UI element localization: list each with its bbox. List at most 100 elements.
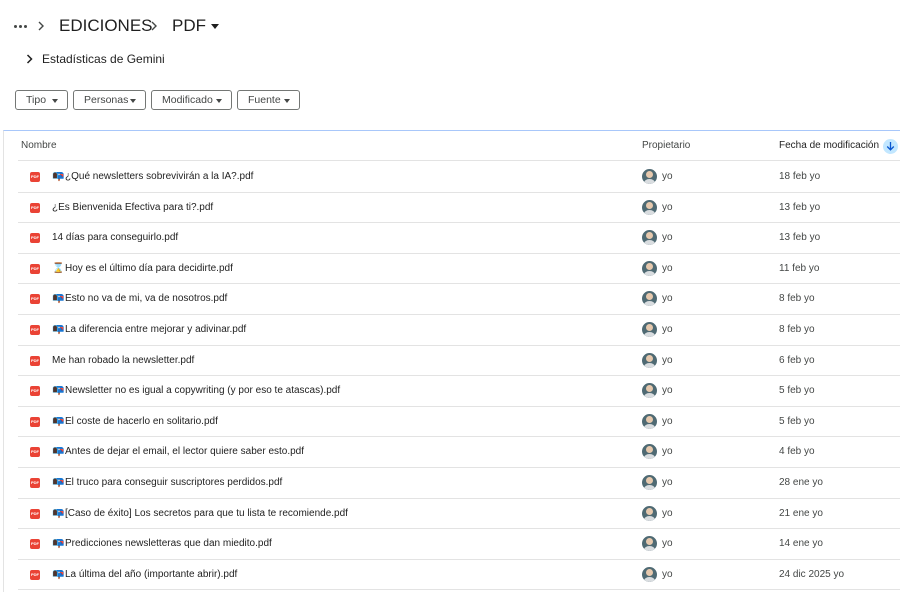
dot-icon <box>13 24 17 28</box>
owner-name: yo <box>662 232 673 244</box>
file-name-label: 14 días para conseguirlo.pdf <box>52 232 179 244</box>
owner-name: yo <box>662 171 673 182</box>
file-list: Nombre Propietario Fecha de modificación… <box>3 130 900 592</box>
table-row[interactable]: PDF 📭El truco para conseguir suscriptores… <box>18 468 900 499</box>
avatar <box>642 505 657 521</box>
owner-name: yo <box>662 354 673 366</box>
avatar <box>642 352 657 368</box>
file-name[interactable]: 📭[Caso de éxito] Los secretos para que t… <box>52 499 348 529</box>
filter-modified-button[interactable]: Modificado <box>151 90 232 110</box>
owner-name: yo <box>662 538 673 550</box>
caret-down-icon <box>52 99 58 103</box>
modified-date: 8 feb yo <box>779 293 815 305</box>
avatar <box>642 413 657 429</box>
table-row[interactable]: PDF 📭Antes de dejar el email, el lector q… <box>18 437 900 468</box>
mailbox-icon: 📭 <box>52 446 65 458</box>
mailbox-icon: 📭 <box>52 568 65 580</box>
caret-down-icon <box>216 99 222 103</box>
pdf-icon-text: PDF <box>31 510 39 516</box>
avatar <box>642 566 657 582</box>
column-header-modified[interactable]: Fecha de modificación <box>779 131 899 161</box>
hourglass-icon: ⌛ <box>52 262 65 274</box>
pdf-icon-text: PDF <box>31 296 39 302</box>
pdf-icon: PDF <box>30 508 40 519</box>
file-name-label: Predicciones newsletteras que dan miedit… <box>65 538 272 550</box>
file-name[interactable]: 📭Newsletter no es igual a copywriting (y… <box>52 376 340 406</box>
filter-type-button[interactable]: Tipo <box>15 90 68 110</box>
pdf-icon: PDF <box>30 294 40 305</box>
table-row[interactable]: PDF 📭Newsletter no es igual a copywriting… <box>18 376 900 407</box>
file-name[interactable]: 14 días para conseguirlo.pdf <box>52 223 178 253</box>
filter-source-button[interactable]: Fuente <box>237 90 300 110</box>
file-rows: PDF 📭¿Qué newsletters sobrevivirán a la I… <box>18 162 900 591</box>
pdf-icon: PDF <box>30 569 40 580</box>
gemini-stats-toggle[interactable]: Estadísticas de Gemini <box>20 49 165 69</box>
dot-icon <box>23 24 27 28</box>
filter-people-button[interactable]: Personas <box>73 90 146 110</box>
pdf-icon-text: PDF <box>31 571 39 577</box>
mailbox-icon: 📭 <box>52 323 65 335</box>
table-row[interactable]: PDF 📭[Caso de éxito] Los secretos para qu… <box>18 499 900 530</box>
avatar <box>642 321 657 337</box>
table-row[interactable]: PDF 📭Esto no va de mi, va de nosotros.pdf… <box>18 284 900 315</box>
table-row[interactable]: PDF ¿Es Bienvenida Efectiva para ti?.pdf y… <box>18 193 900 224</box>
modified-date: 11 feb yo <box>779 262 820 274</box>
table-row[interactable]: PDF 14 días para conseguirlo.pdf yo 13 feb … <box>18 223 900 254</box>
table-row[interactable]: PDF 📭Predicciones newsletteras que dan mi… <box>18 529 900 560</box>
file-name[interactable]: 📭El coste de hacerlo en solitario.pdf <box>52 407 218 437</box>
file-name[interactable]: 📭Predicciones newsletteras que dan miedi… <box>52 529 272 559</box>
file-name-label: La última del año (importante abrir).pdf <box>65 568 238 580</box>
avatar <box>642 444 657 460</box>
owner-name: yo <box>662 201 673 213</box>
avatar <box>642 260 657 276</box>
file-name[interactable]: 📭La última del año (importante abrir).pd… <box>52 560 237 590</box>
mailbox-icon: 📭 <box>52 293 65 305</box>
caret-down-icon <box>284 99 290 103</box>
column-header-modified-label: Fecha de modificación <box>779 140 880 151</box>
file-name[interactable]: 📭Antes de dejar el email, el lector quie… <box>52 437 304 467</box>
table-row[interactable]: PDF 📭¿Qué newsletters sobrevivirán a la I… <box>18 162 900 193</box>
modified-date: 21 ene yo <box>779 507 823 519</box>
file-name[interactable]: ¿Es Bienvenida Efectiva para ti?.pdf <box>52 193 213 223</box>
table-row[interactable]: PDF Me han robado la newsletter.pdf yo 6 fe… <box>18 346 900 377</box>
pdf-icon-text: PDF <box>31 174 39 179</box>
pdf-icon-text: PDF <box>31 235 39 241</box>
pdf-icon-text: PDF <box>31 265 39 271</box>
column-header-name[interactable]: Nombre <box>21 131 57 161</box>
pdf-icon: PDF <box>30 386 40 397</box>
mailbox-icon: 📭 <box>52 385 65 397</box>
file-name-label: El coste de hacerlo en solitario.pdf <box>65 415 218 427</box>
more-breadcrumbs-button[interactable] <box>10 14 30 38</box>
file-name[interactable]: 📭Esto no va de mi, va de nosotros.pdf <box>52 284 227 314</box>
pdf-icon-text: PDF <box>31 388 39 394</box>
filter-type-label: Tipo <box>26 94 47 106</box>
table-row[interactable]: PDF 📭El coste de hacerlo en solitario.pdf… <box>18 407 900 438</box>
file-name[interactable]: ⌛Hoy es el último día para decidirte.pdf <box>52 254 233 284</box>
table-row[interactable]: PDF 📭La última del año (importante abrir)… <box>18 560 900 591</box>
modified-date: 5 feb yo <box>779 385 815 397</box>
table-row[interactable]: PDF 📭La diferencia entre mejorar y adivin… <box>18 315 900 346</box>
file-name[interactable]: 📭El truco para conseguir suscriptores pe… <box>52 468 282 498</box>
owner-name: yo <box>662 293 673 305</box>
chevron-right-icon <box>20 49 38 69</box>
file-name[interactable]: Me han robado la newsletter.pdf <box>52 346 194 376</box>
pdf-icon: PDF <box>30 172 40 182</box>
dot-icon <box>18 24 22 28</box>
avatar <box>642 199 657 215</box>
file-list-header: Nombre Propietario Fecha de modificación <box>18 131 900 161</box>
file-name-label: Esto no va de mi, va de nosotros.pdf <box>65 293 228 305</box>
sort-descending-icon[interactable] <box>883 138 899 154</box>
table-row[interactable]: PDF ⌛Hoy es el último día para decidirte.… <box>18 254 900 285</box>
owner-name: yo <box>662 262 673 274</box>
owner-name: yo <box>662 507 673 519</box>
modified-date: 18 feb yo <box>779 171 821 182</box>
filter-modified-label: Modificado <box>162 94 213 106</box>
column-header-owner[interactable]: Propietario <box>642 131 690 161</box>
breadcrumb-ediciones[interactable]: EDICIONES <box>59 14 153 38</box>
mailbox-icon: 📭 <box>52 507 65 519</box>
breadcrumb-current-folder[interactable]: PDF <box>172 14 219 38</box>
owner-name: yo <box>662 323 673 335</box>
owner-name: yo <box>662 415 673 427</box>
file-name[interactable]: 📭¿Qué newsletters sobrevivirán a la IA?.… <box>52 162 253 192</box>
file-name[interactable]: 📭La diferencia entre mejorar y adivinar.… <box>52 315 246 345</box>
